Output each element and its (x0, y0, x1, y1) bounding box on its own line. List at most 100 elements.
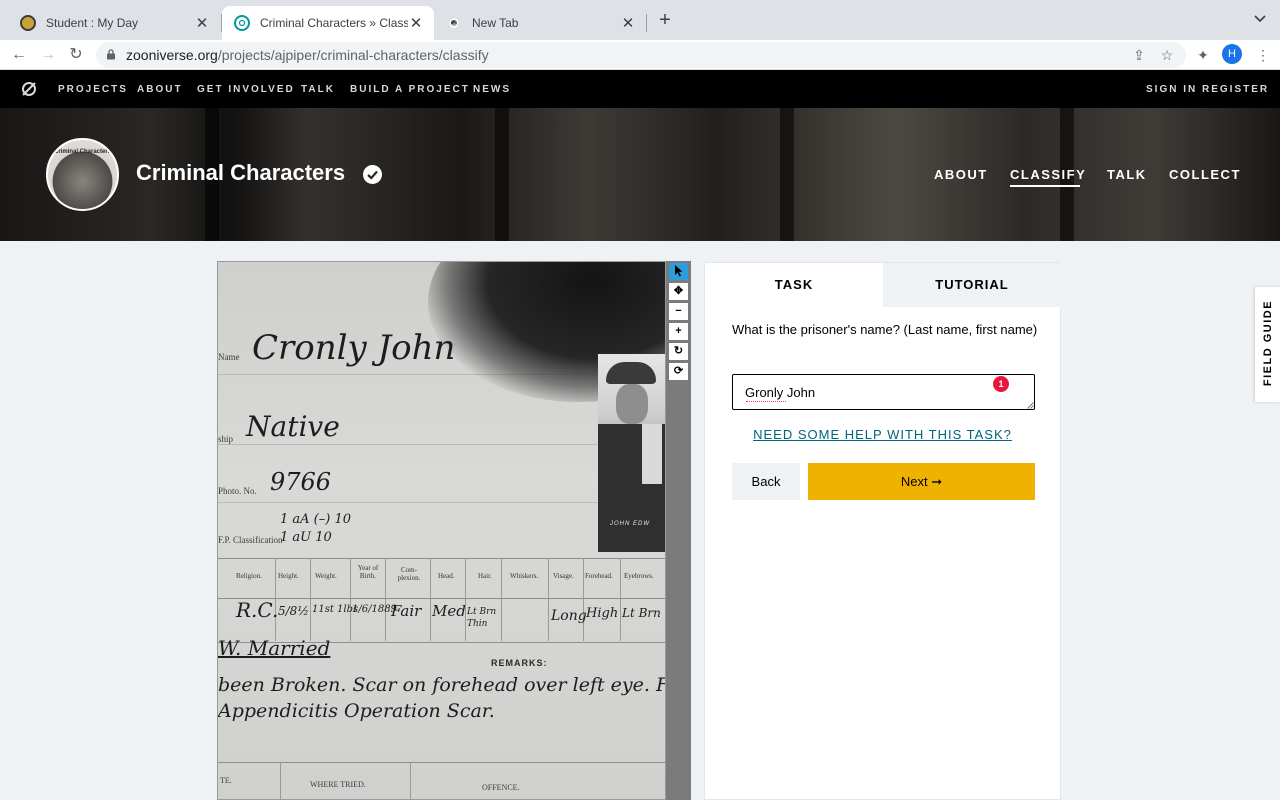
table-cell: Fair (391, 602, 422, 620)
site-nav-projects[interactable]: PROJECTS (58, 84, 128, 95)
chrome-icon (446, 15, 462, 31)
reload-icon[interactable]: ↻ (65, 44, 87, 66)
viewer-toolbar: ✥ − + ↻ ⟳ (666, 261, 691, 800)
table-divider (620, 559, 621, 641)
footer-header: TE. (220, 776, 232, 785)
tab-separator (646, 14, 647, 32)
address-bar[interactable]: zooniverse.org/projects/ajpiper/criminal… (96, 42, 1186, 68)
next-button[interactable]: Next ➞ (808, 463, 1035, 500)
browser-tab-title: New Tab (472, 16, 519, 30)
project-nav-about[interactable]: ABOUT (934, 167, 988, 182)
verified-badge-icon (363, 165, 382, 184)
browser-toolbar: ← → ↻ zooniverse.org/projects/ajpiper/cr… (0, 40, 1280, 70)
prisoner-name-input[interactable] (732, 374, 1035, 410)
reset-icon[interactable]: ⟳ (669, 363, 688, 380)
tab-search-chevron-icon[interactable] (1254, 12, 1266, 26)
site-nav-news[interactable]: NEWS (473, 84, 511, 95)
photo-number-label: Photo. No. (218, 486, 257, 496)
table-header: Year of Birth. (357, 564, 379, 580)
footer-header: WHERE TRIED. (310, 780, 366, 789)
zooniverse-logo-icon[interactable] (21, 81, 37, 97)
project-nav-talk[interactable]: TALK (1107, 167, 1147, 182)
remarks-label: REMARKS: (491, 658, 548, 668)
footer-table-line (218, 762, 665, 763)
classification-label: F.P. Classification (218, 535, 283, 545)
new-tab-button[interactable]: + (654, 10, 676, 32)
school-crest-icon (20, 15, 36, 31)
forward-arrow-icon[interactable]: → (37, 44, 59, 66)
site-nav-about[interactable]: ABOUT (137, 84, 183, 95)
grammar-suggestion-badge[interactable]: 1 (993, 376, 1009, 392)
extensions-puzzle-icon[interactable]: ✦ (1192, 44, 1214, 66)
ship-label: ship (218, 434, 234, 444)
project-nav-classify[interactable]: CLASSIFY (1010, 167, 1086, 182)
project-avatar-text: Criminal Characters (53, 149, 112, 155)
table-cell: R.C. (236, 598, 279, 622)
table-header: Com-plexion. (397, 566, 421, 582)
site-nav-get-involved[interactable]: GET INVOLVED (197, 84, 295, 95)
zoom-in-icon[interactable]: + (669, 323, 688, 340)
remarks-handwriting-line-1: been Broken. Scar on forehead over left … (218, 674, 665, 696)
browser-menu-icon[interactable]: ⋮ (1252, 44, 1274, 66)
browser-tab-title: Criminal Characters » Classify (260, 16, 408, 30)
profile-avatar[interactable]: H (1222, 44, 1242, 64)
site-nav-talk[interactable]: TALK (301, 84, 335, 95)
photo-caption: JOHN EDW (610, 521, 650, 527)
marital-status-handwriting: W. Married (218, 636, 331, 660)
browser-tab-new[interactable]: New Tab ✕ (434, 6, 646, 40)
table-cell: 5/8½ (278, 604, 309, 618)
browser-tab-title: Student : My Day (46, 16, 139, 30)
footer-divider (280, 762, 281, 799)
photo-face (616, 384, 648, 424)
move-icon[interactable]: ✥ (669, 283, 688, 300)
footer-divider (410, 762, 411, 799)
footer-header: OFFENCE. (482, 783, 520, 792)
classification-handwriting-2: 1 aU 10 (280, 530, 332, 545)
share-icon[interactable]: ⇪ (1130, 46, 1148, 64)
url-host: zooniverse.org (126, 47, 218, 63)
active-nav-underline (1010, 185, 1080, 187)
tab-task[interactable]: TASK (705, 263, 883, 307)
table-cell: Lt Brn Thin (467, 607, 497, 629)
tab-tutorial[interactable]: TUTORIAL (883, 263, 1061, 307)
table-cell: Lt Brn (622, 606, 661, 620)
table-divider (310, 559, 311, 641)
zooniverse-favicon-icon (234, 15, 250, 31)
bookmark-star-icon[interactable]: ☆ (1158, 46, 1176, 64)
table-cell: Med (432, 602, 466, 620)
browser-tab-student[interactable]: Student : My Day ✕ (8, 6, 220, 40)
project-avatar[interactable]: Criminal Characters (46, 138, 119, 211)
rotate-icon[interactable]: ↻ (669, 343, 688, 360)
pointer-icon[interactable] (669, 263, 688, 280)
site-nav-build-a-project[interactable]: BUILD A PROJECT (350, 84, 470, 95)
close-tab-icon[interactable]: ✕ (194, 14, 210, 32)
back-arrow-icon[interactable]: ← (8, 44, 30, 66)
table-header: Forehead. (585, 572, 613, 580)
browser-tab-classify[interactable]: Criminal Characters » Classify ✕ (222, 6, 434, 40)
project-title[interactable]: Criminal Characters (136, 160, 345, 186)
sign-in-link[interactable]: SIGN IN (1146, 84, 1197, 95)
spellcheck-underline (746, 399, 786, 402)
table-cell: Long (551, 608, 587, 624)
table-header-line (218, 598, 665, 599)
name-label: Name (218, 352, 240, 362)
task-help-link[interactable]: NEED SOME HELP WITH THIS TASK? (705, 427, 1060, 442)
project-nav-collect[interactable]: COLLECT (1169, 167, 1241, 182)
table-header: Whiskers. (510, 572, 539, 580)
table-header: Visage. (553, 572, 574, 580)
subject-image-viewer[interactable]: JOHN EDW Name Cronly John ship Native Ph… (217, 261, 666, 800)
back-button[interactable]: Back (732, 463, 800, 500)
name-handwriting: Cronly John (252, 328, 456, 368)
register-link[interactable]: REGISTER (1202, 84, 1269, 95)
zoom-out-icon[interactable]: − (669, 303, 688, 320)
close-tab-icon[interactable]: ✕ (408, 14, 424, 32)
table-divider (501, 559, 502, 641)
lock-icon (107, 49, 115, 60)
table-cell: High (586, 606, 619, 621)
field-guide-tab[interactable]: FIELD GUIDE (1255, 287, 1280, 402)
close-tab-icon[interactable]: ✕ (620, 14, 636, 32)
site-nav-bar: PROJECTS ABOUT GET INVOLVED TALK BUILD A… (0, 70, 1280, 108)
task-panel: TASK TUTORIAL What is the prisoner's nam… (704, 262, 1061, 800)
table-header: Eyebrows. (624, 572, 654, 580)
textarea-resize-icon[interactable] (1027, 402, 1034, 409)
